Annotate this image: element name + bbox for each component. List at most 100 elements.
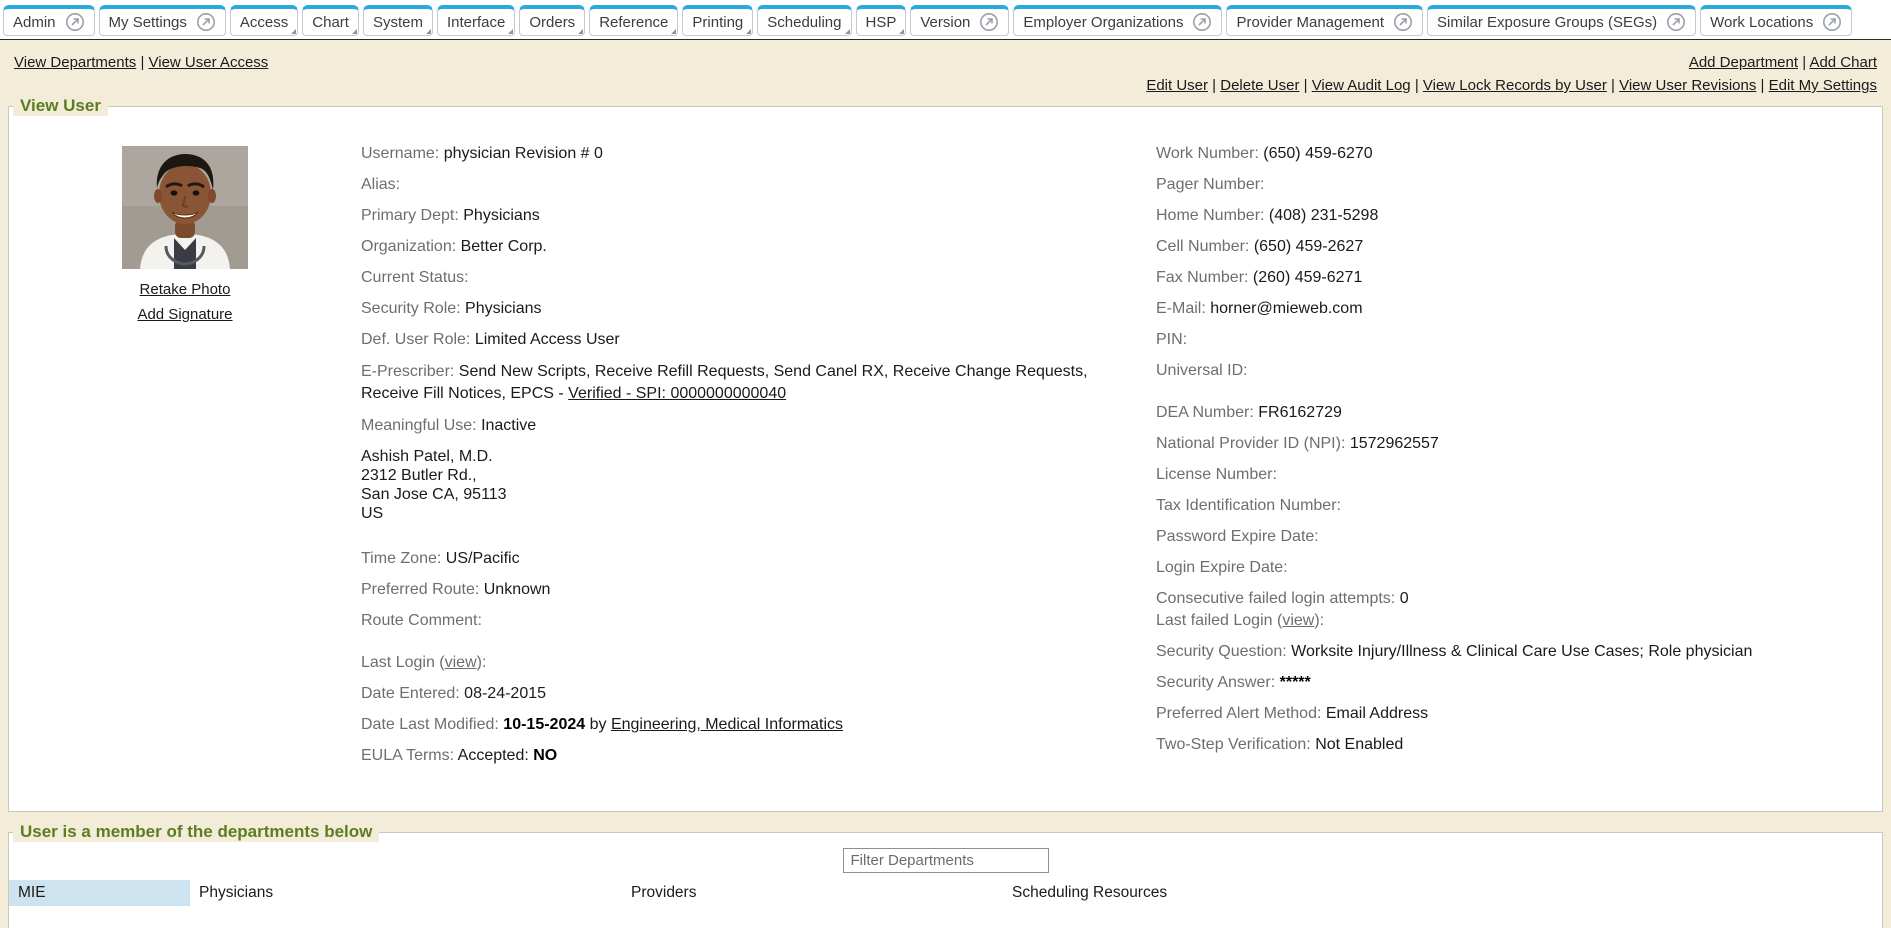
field-row: Security Question: Worksite Injury/Illne… (1156, 642, 1872, 662)
field-value: Physicians (463, 207, 539, 224)
nav-tab-chart[interactable]: Chart (302, 5, 359, 36)
delete-user-link[interactable]: Delete User (1220, 77, 1299, 94)
nav-tab-label: Chart (312, 14, 349, 31)
field-label: Date Entered: (361, 685, 464, 702)
nav-tab-reference[interactable]: Reference (589, 5, 678, 36)
dept-cell-scheduling-resources[interactable]: Scheduling Resources (1003, 880, 1882, 906)
field-label: Work Number: (1156, 145, 1263, 162)
field-value: Worksite Injury/Illness & Clinical Care … (1291, 643, 1752, 660)
field-label: Time Zone: (361, 550, 446, 567)
edit-user-link[interactable]: Edit User (1146, 77, 1208, 94)
nav-tab-printing[interactable]: Printing (682, 5, 753, 36)
dropdown-corner-icon (578, 29, 583, 34)
add-department-link[interactable]: Add Department (1689, 54, 1798, 71)
field-label: Preferred Alert Method: (1156, 705, 1326, 722)
field-value: (408) 231-5298 (1269, 207, 1378, 224)
field-row: Work Number: (650) 459-6270 (1156, 144, 1872, 164)
field-value: 0 (1400, 590, 1409, 607)
nav-tab-system[interactable]: System (363, 5, 433, 36)
dropdown-corner-icon (845, 29, 850, 34)
field-label: E-Prescriber: (361, 363, 459, 380)
add-signature-link[interactable]: Add Signature (137, 306, 232, 323)
field-value: Better Corp. (461, 238, 547, 255)
field-label: Current Status: (361, 269, 469, 286)
field-label: Universal ID: (1156, 362, 1248, 379)
nav-tab-label: Similar Exposure Groups (SEGs) (1437, 14, 1657, 31)
field-row: Alias: (361, 175, 1156, 195)
nav-tab-interface[interactable]: Interface (437, 5, 515, 36)
field-row: Security Answer: ***** (1156, 673, 1872, 693)
view-link[interactable]: view (445, 654, 477, 671)
field-label: Fax Number: (1156, 269, 1253, 286)
dept-cell-mie[interactable]: MIE (9, 880, 190, 906)
nav-tab-orders[interactable]: Orders (519, 5, 585, 36)
dept-cell-physicians[interactable]: Physicians (190, 880, 622, 906)
external-link-icon (1666, 12, 1686, 32)
nav-tab-version[interactable]: Version (910, 5, 1009, 36)
field-label: Security Answer: (1156, 674, 1280, 691)
field-value: 08-24-2015 (464, 685, 546, 702)
field-row: Login Expire Date: (1156, 558, 1872, 578)
filter-departments-input[interactable] (843, 848, 1049, 873)
field-value: Limited Access User (475, 331, 620, 348)
field-value: Accepted: (458, 747, 534, 764)
field-value: 1572962557 (1350, 435, 1439, 452)
verified-spi-0000000000040-link[interactable]: Verified - SPI: 0000000000040 (568, 385, 786, 402)
nav-tab-label: Scheduling (767, 14, 841, 31)
edit-my-settings-link[interactable]: Edit My Settings (1769, 77, 1877, 94)
field-label: E-Mail: (1156, 300, 1210, 317)
external-link-icon (196, 12, 216, 32)
link-separator: | (1208, 77, 1220, 94)
field-value: (650) 459-2627 (1254, 238, 1363, 255)
nav-tab-employer-organizations[interactable]: Employer Organizations (1013, 5, 1222, 36)
view-user-section: View User (8, 96, 1883, 812)
nav-tab-admin[interactable]: Admin (3, 5, 95, 36)
field-row: E-Mail: horner@mieweb.com (1156, 299, 1872, 319)
field-row: Preferred Alert Method: Email Address (1156, 704, 1872, 724)
add-chart-link[interactable]: Add Chart (1809, 54, 1877, 71)
dropdown-corner-icon (508, 29, 513, 34)
external-link-icon (1822, 12, 1842, 32)
nav-tab-label: Work Locations (1710, 14, 1813, 31)
field-value: Physicians (465, 300, 541, 317)
user-photo (122, 146, 248, 269)
field-row: License Number: (1156, 465, 1872, 485)
nav-tab-label: Orders (529, 14, 575, 31)
nav-tab-work-locations[interactable]: Work Locations (1700, 5, 1852, 36)
view-departments-link[interactable]: View Departments (14, 54, 136, 71)
field-label: Last failed Login ( (1156, 612, 1282, 629)
field-label: Def. User Role: (361, 331, 475, 348)
field-value: Unknown (484, 581, 551, 598)
nav-tab-scheduling[interactable]: Scheduling (757, 5, 851, 36)
top-nav: Admin My Settings Access Chart SystemInterfa… (0, 0, 1891, 40)
nav-tab-label: My Settings (109, 14, 187, 31)
field-row: Current Status: (361, 268, 1156, 288)
dept-cell-providers[interactable]: Providers (622, 880, 1003, 906)
field-row: Ashish Patel, M.D. 2312 Butler Rd., San … (361, 447, 1156, 523)
nav-tab-hsp[interactable]: HSP (856, 5, 907, 36)
nav-tab-my-settings[interactable]: My Settings (99, 5, 226, 36)
view-user-revisions-link[interactable]: View User Revisions (1619, 77, 1756, 94)
nav-tab-similar-exposure-groups-segs[interactable]: Similar Exposure Groups (SEGs) (1427, 5, 1696, 36)
view-link[interactable]: view (1282, 612, 1314, 629)
view-audit-log-link[interactable]: View Audit Log (1312, 77, 1411, 94)
field-label: Alias: (361, 176, 400, 193)
view-lock-records-by-user-link[interactable]: View Lock Records by User (1423, 77, 1607, 94)
departments-legend: User is a member of the departments belo… (13, 822, 379, 842)
field-label: Preferred Route: (361, 581, 484, 598)
view-user-access-link[interactable]: View User Access (149, 54, 269, 71)
retake-photo-link[interactable]: Retake Photo (137, 281, 232, 298)
field-label: Security Question: (1156, 643, 1291, 660)
dropdown-corner-icon (426, 29, 431, 34)
nav-tab-label: Printing (692, 14, 743, 31)
nav-tab-access[interactable]: Access (230, 5, 298, 36)
field-label: ): (477, 654, 487, 671)
dropdown-corner-icon (291, 29, 296, 34)
nav-tab-provider-management[interactable]: Provider Management (1226, 5, 1423, 36)
field-row: Tax Identification Number: (1156, 496, 1872, 516)
field-row: Def. User Role: Limited Access User (361, 330, 1156, 350)
nav-tab-label: Reference (599, 14, 668, 31)
field-row: Date Entered: 08-24-2015 (361, 684, 1156, 704)
engineering-medical-informatics-link[interactable]: Engineering, Medical Informatics (611, 716, 843, 733)
right-links-row2: Edit User | Delete User | View Audit Log… (1146, 77, 1877, 94)
